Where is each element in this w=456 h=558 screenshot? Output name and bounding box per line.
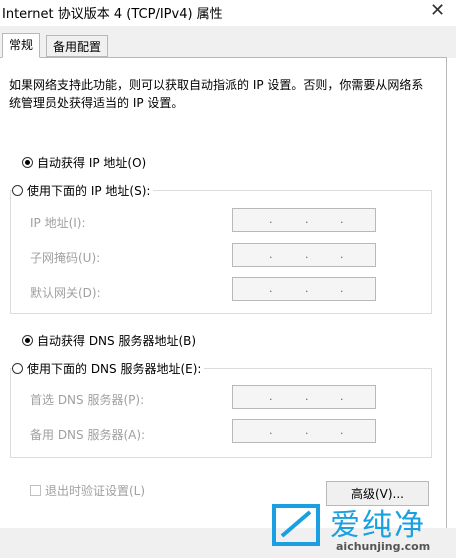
ip-address-input[interactable]: ...	[232, 208, 376, 232]
default-gateway-input[interactable]: ...	[232, 277, 376, 301]
auto-ip-option[interactable]: 自动获得 IP 地址(O)	[22, 154, 146, 171]
auto-ip-label: 自动获得 IP 地址(O)	[37, 156, 147, 170]
preferred-dns-label: 首选 DNS 服务器(P):	[30, 393, 145, 407]
manual-dns-label: 使用下面的 DNS 服务器地址(E):	[27, 362, 202, 376]
auto-dns-option[interactable]: 自动获得 DNS 服务器地址(B)	[22, 332, 196, 349]
auto-dns-label: 自动获得 DNS 服务器地址(B)	[37, 334, 197, 348]
subnet-mask-input[interactable]: ...	[232, 243, 376, 267]
manual-dns-radio[interactable]	[12, 363, 23, 374]
manual-ip-option[interactable]: 使用下面的 IP 地址(S):	[12, 182, 154, 199]
description-text: 如果网络支持此功能，则可以获取自动指派的 IP 设置。否则，你需要从网络系统管理…	[9, 78, 424, 110]
alternate-dns-input[interactable]: ...	[232, 419, 376, 443]
default-gateway-label: 默认网关(D):	[30, 286, 101, 300]
title-bar: Internet 协议版本 4 (TCP/IPv4) 属性 ✕	[0, 0, 456, 26]
ip-address-label: IP 地址(I):	[30, 216, 86, 230]
watermark-name: 爱纯净	[330, 508, 426, 543]
manual-dns-option[interactable]: 使用下面的 DNS 服务器地址(E):	[12, 360, 205, 377]
manual-ip-radio[interactable]	[12, 185, 23, 196]
alternate-dns-label: 备用 DNS 服务器(A):	[30, 428, 146, 442]
preferred-dns-input[interactable]: ...	[232, 385, 376, 409]
manual-dns-group	[10, 368, 432, 458]
auto-dns-radio[interactable]	[22, 335, 33, 346]
auto-ip-radio[interactable]	[22, 157, 33, 168]
subnet-mask-label: 子网掩码(U):	[30, 251, 101, 265]
validate-on-exit-option[interactable]: 退出时验证设置(L)	[30, 482, 145, 499]
close-icon[interactable]: ✕	[430, 0, 445, 21]
watermark-logo-icon	[272, 504, 320, 546]
window-title: Internet 协议版本 4 (TCP/IPv4) 属性	[2, 7, 223, 22]
validate-on-exit-label: 退出时验证设置(L)	[45, 484, 146, 498]
tab-general[interactable]: 常规	[2, 33, 41, 58]
validate-on-exit-checkbox[interactable]	[30, 485, 41, 496]
manual-ip-label: 使用下面的 IP 地址(S):	[27, 184, 151, 198]
watermark-url: aichunjing.com	[336, 540, 431, 553]
tab-alternate-config[interactable]: 备用配置	[46, 35, 109, 57]
